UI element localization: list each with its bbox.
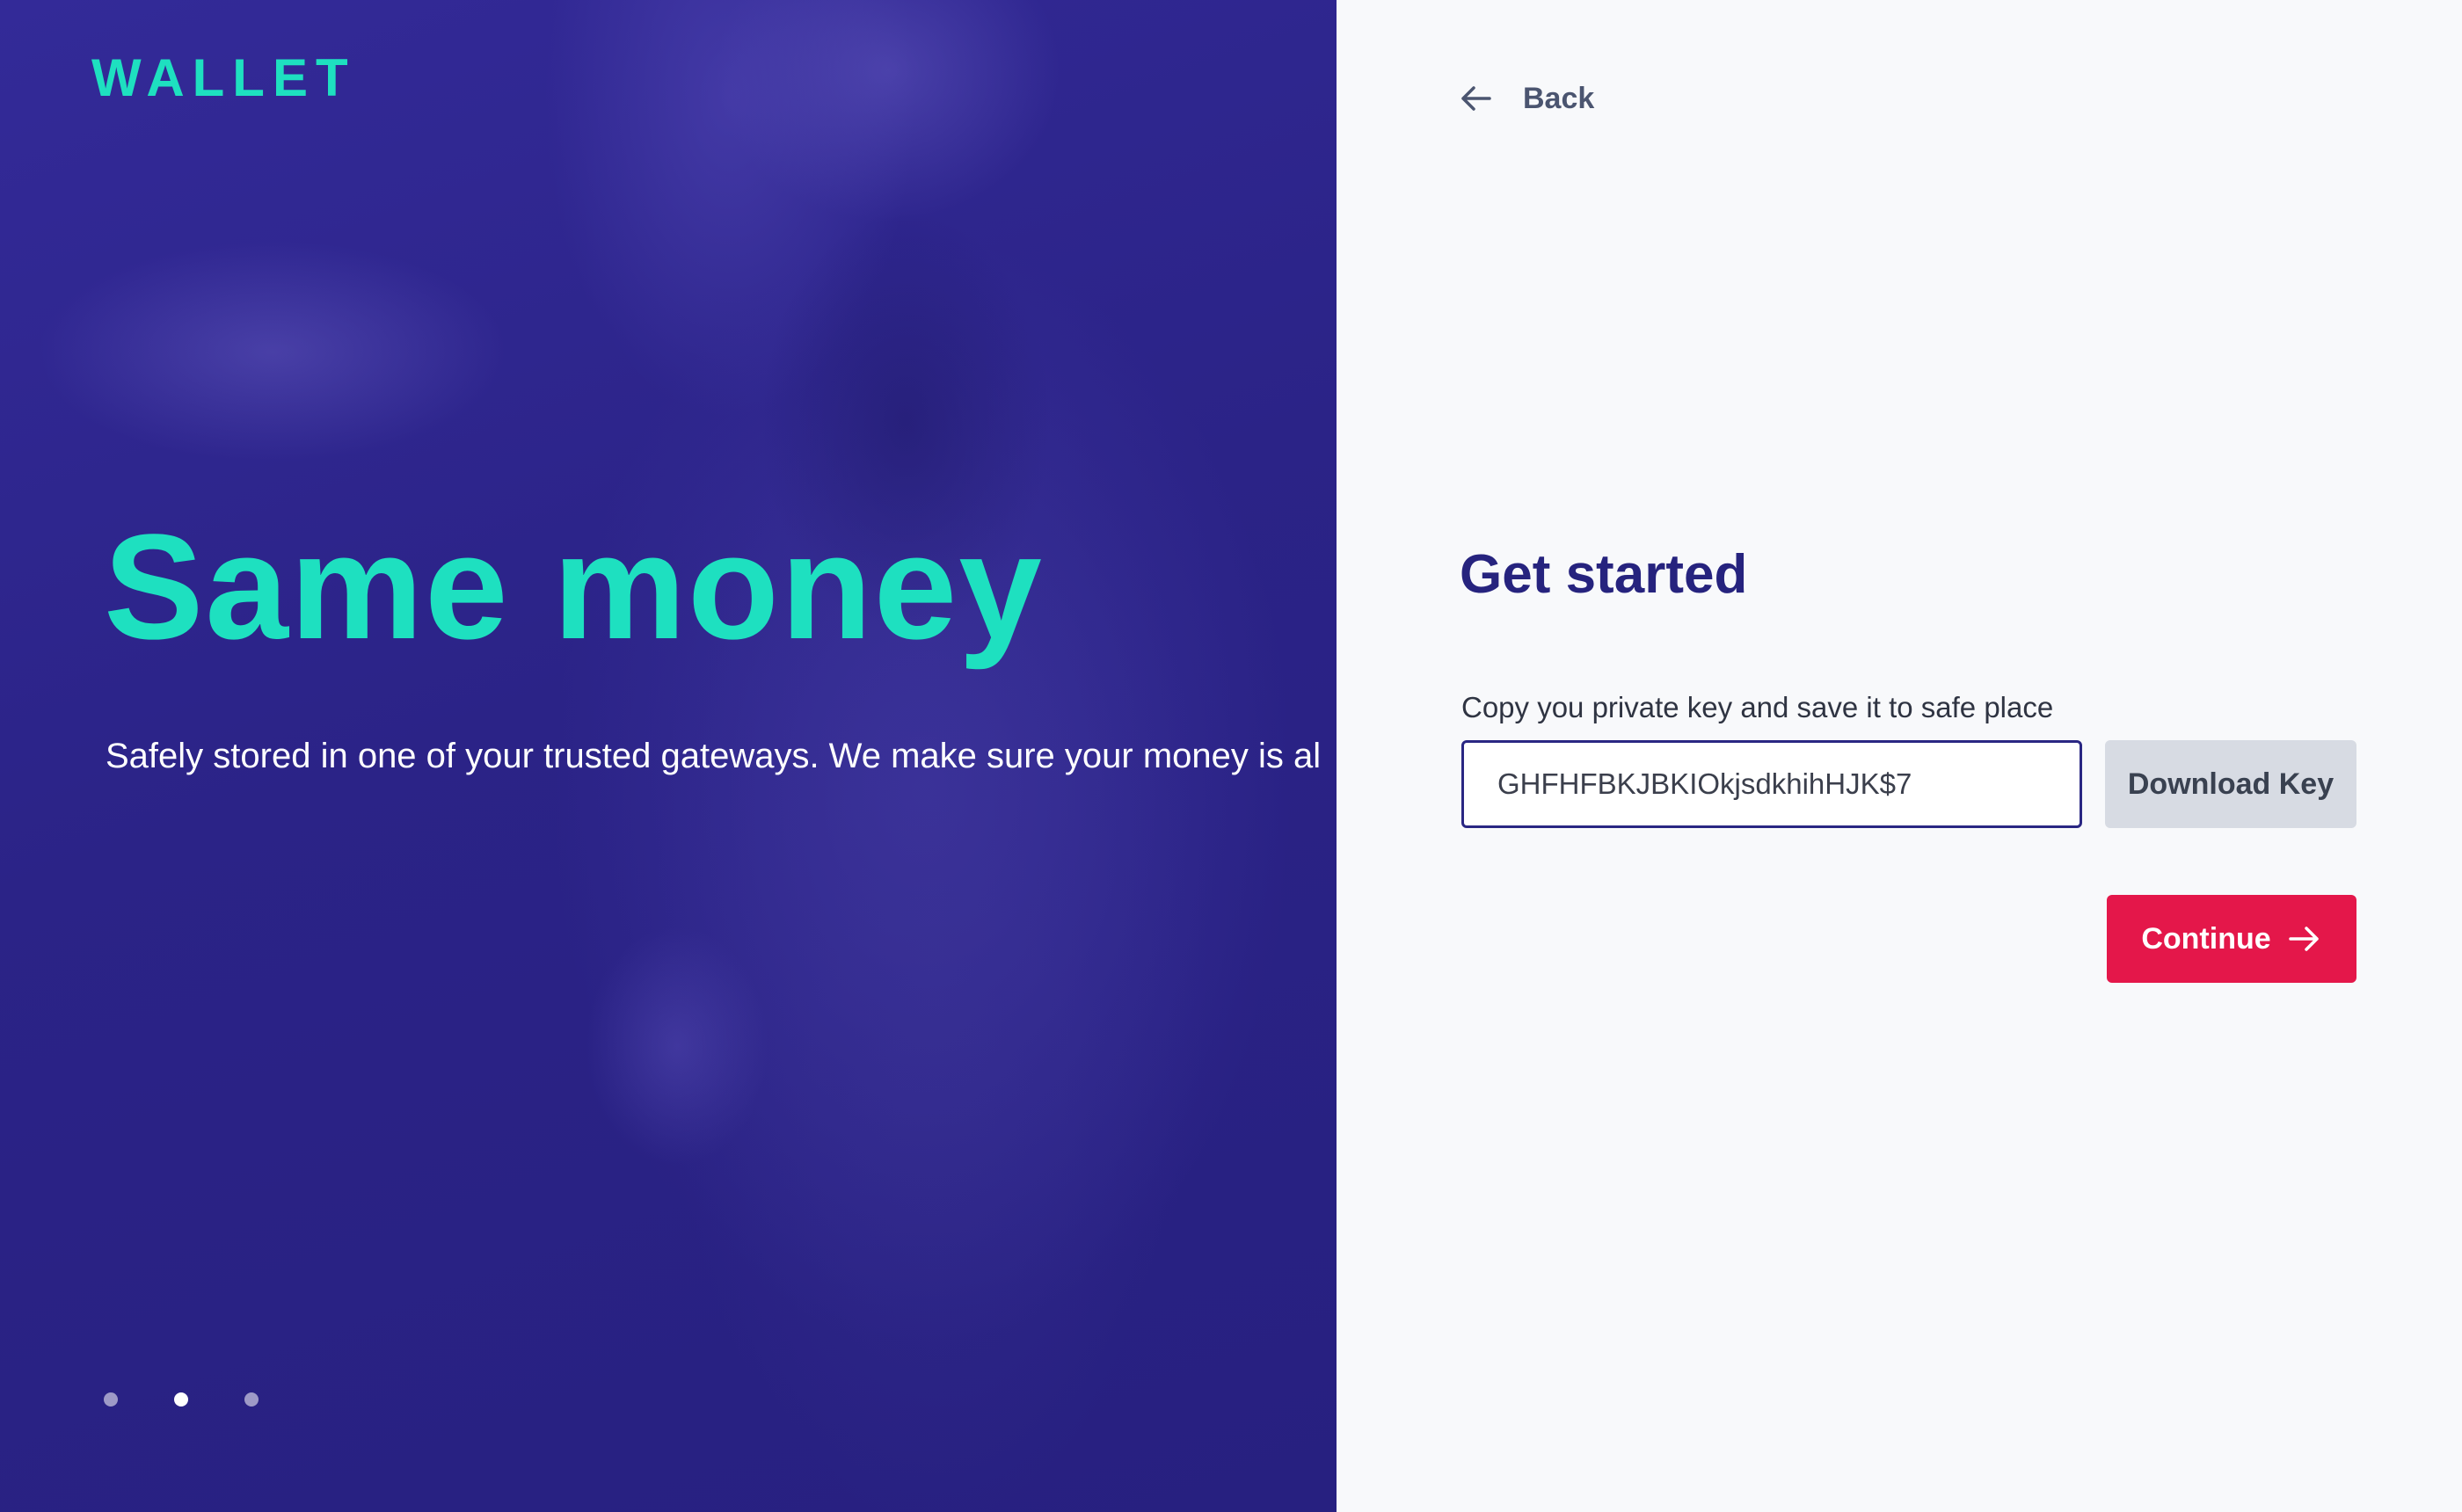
back-label: Back (1523, 81, 1595, 115)
continue-button[interactable]: Continue (2107, 895, 2356, 983)
page: WALLET Same money Safely stored in one o… (0, 0, 2462, 1512)
arrow-left-icon (1461, 86, 1491, 111)
hero-subtitle: Safely stored in one of your trusted gat… (106, 737, 1322, 775)
private-key-label: Copy you private key and save it to safe… (1461, 691, 2054, 723)
slide-dot-1[interactable] (104, 1392, 118, 1407)
private-key-input[interactable] (1461, 740, 2082, 828)
slide-indicator (104, 1392, 259, 1407)
hero-title: Same money (104, 504, 1044, 671)
page-title: Get started (1460, 544, 1748, 605)
download-key-button[interactable]: Download Key (2105, 740, 2356, 828)
back-link[interactable]: Back (1458, 76, 1594, 121)
arrow-right-icon (2288, 927, 2319, 951)
continue-label: Continue (2141, 921, 2271, 956)
hero-photo-hand (563, 897, 791, 1213)
brand-logo[interactable]: WALLET (91, 47, 356, 108)
hero-panel: WALLET Same money Safely stored in one o… (0, 0, 1337, 1512)
get-started-panel: Back Get started Copy you private key an… (1337, 0, 2462, 1512)
slide-dot-3[interactable] (244, 1392, 259, 1407)
slide-dot-2-active[interactable] (174, 1392, 188, 1407)
